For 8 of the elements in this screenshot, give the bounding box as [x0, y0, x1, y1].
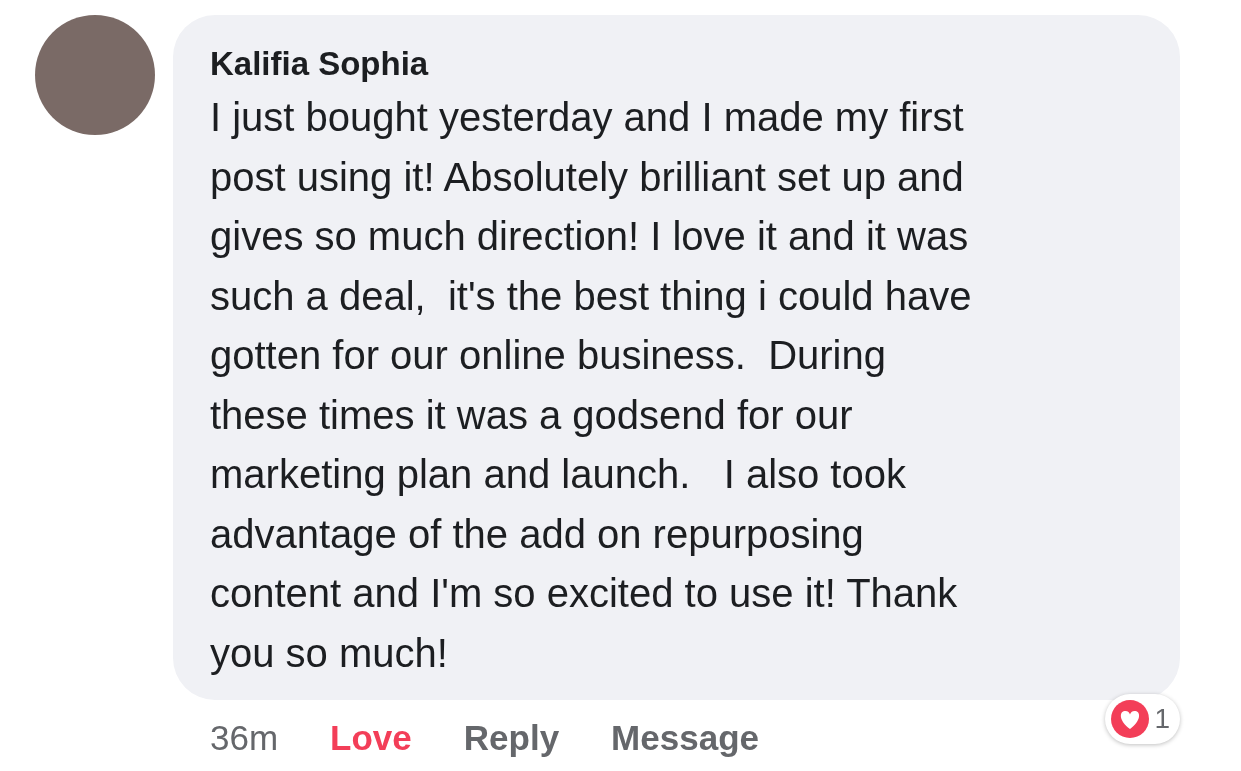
- author-name[interactable]: Kalifia Sophia: [210, 43, 1150, 85]
- action-link[interactable]: Love: [330, 718, 412, 758]
- timestamp: 36m: [210, 718, 279, 758]
- action-link[interactable]: Reply: [463, 718, 560, 758]
- reaction-badge[interactable]: 1: [1105, 694, 1180, 744]
- reaction-count: 1: [1154, 703, 1170, 735]
- action-link[interactable]: Message: [611, 718, 759, 758]
- comment-text: I just bought yesterday and I made my first post using it! Absolutely brilliant set up and gives so much direction! I love it and it was such a deal, it's the best thing i could have gotten for our online business. During these times it was a godsend for our marketing plan and launch. I also took advantage of the add on repurposing content and I'm so excited to use it! Thank you so much!: [210, 94, 973, 677]
